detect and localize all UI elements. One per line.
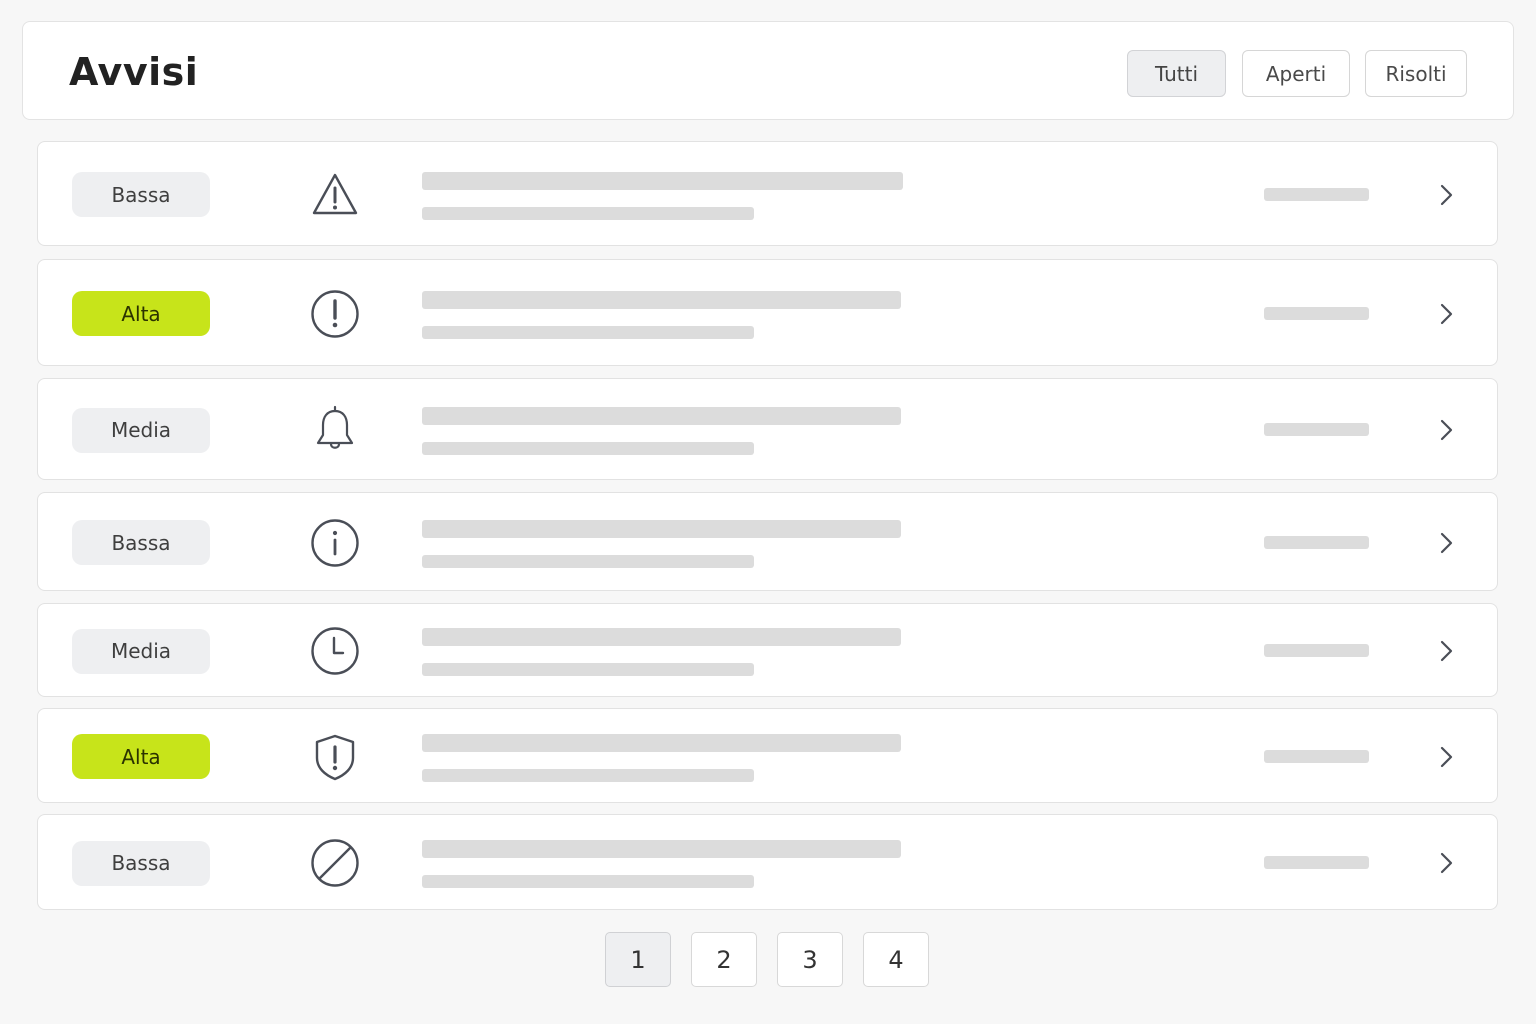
alert-subtitle-placeholder	[422, 554, 754, 568]
alert-subtitle-placeholder	[422, 325, 754, 339]
priority-badge: Media	[72, 407, 210, 453]
page-button-1[interactable]: 1	[605, 932, 671, 987]
alert-row[interactable]: Bassa	[37, 141, 1498, 246]
page-button-3[interactable]: 3	[777, 932, 843, 987]
alert-meta-placeholder	[1264, 644, 1369, 657]
chevron-right-icon[interactable]	[1434, 745, 1458, 769]
alert-subtitle-placeholder	[422, 206, 754, 220]
page-button-2[interactable]: 2	[691, 932, 757, 987]
alert-row[interactable]: Alta	[37, 708, 1498, 803]
alert-meta-placeholder	[1264, 749, 1369, 763]
priority-badge: Alta	[72, 734, 210, 779]
alert-row[interactable]: Alta	[37, 259, 1498, 366]
blocked-icon	[310, 838, 360, 888]
priority-badge: Alta	[72, 291, 210, 336]
alert-subtitle-placeholder	[422, 768, 754, 782]
alert-meta-placeholder	[1264, 535, 1369, 549]
alert-meta-placeholder	[1264, 423, 1369, 436]
alert-title-placeholder	[422, 407, 901, 425]
alert-meta-placeholder	[1264, 187, 1369, 201]
alert-title-placeholder	[422, 171, 903, 190]
chevron-right-icon[interactable]	[1434, 531, 1458, 555]
priority-badge: Bassa	[72, 520, 210, 565]
chevron-right-icon[interactable]	[1434, 639, 1458, 663]
page-title: Avvisi	[69, 50, 199, 94]
chevron-right-icon[interactable]	[1434, 183, 1458, 207]
alert-row[interactable]: Media	[37, 378, 1498, 480]
priority-badge: Bassa	[72, 172, 210, 217]
alert-title-placeholder	[422, 290, 901, 309]
chevron-right-icon[interactable]	[1434, 418, 1458, 442]
alert-title-placeholder	[422, 840, 901, 858]
alert-title-placeholder	[422, 519, 901, 538]
chevron-right-icon[interactable]	[1434, 851, 1458, 875]
info-circle-icon	[310, 518, 360, 568]
bell-icon	[310, 405, 360, 455]
alert-title-placeholder	[422, 733, 901, 752]
filter-all-button[interactable]: Tutti	[1127, 50, 1226, 97]
exclamation-circle-icon	[310, 289, 360, 339]
alert-row[interactable]: Bassa	[37, 814, 1498, 910]
alert-meta-placeholder	[1264, 856, 1369, 869]
alert-row[interactable]: Bassa	[37, 492, 1498, 591]
alert-subtitle-placeholder	[422, 875, 754, 888]
alert-subtitle-placeholder	[422, 663, 754, 676]
priority-badge: Bassa	[72, 840, 210, 886]
warning-triangle-icon	[310, 170, 360, 220]
chevron-right-icon[interactable]	[1434, 302, 1458, 326]
page-button-4[interactable]: 4	[863, 932, 929, 987]
alerts-header: Avvisi Tutti Aperti Risolti	[22, 21, 1514, 120]
priority-badge: Media	[72, 628, 210, 674]
alert-subtitle-placeholder	[422, 442, 754, 455]
alert-title-placeholder	[422, 628, 901, 646]
alert-row[interactable]: Media	[37, 603, 1498, 697]
clock-icon	[310, 626, 360, 676]
shield-alert-icon	[310, 732, 360, 782]
filter-open-button[interactable]: Aperti	[1242, 50, 1350, 97]
filter-resolved-button[interactable]: Risolti	[1365, 50, 1467, 97]
alert-meta-placeholder	[1264, 306, 1369, 320]
